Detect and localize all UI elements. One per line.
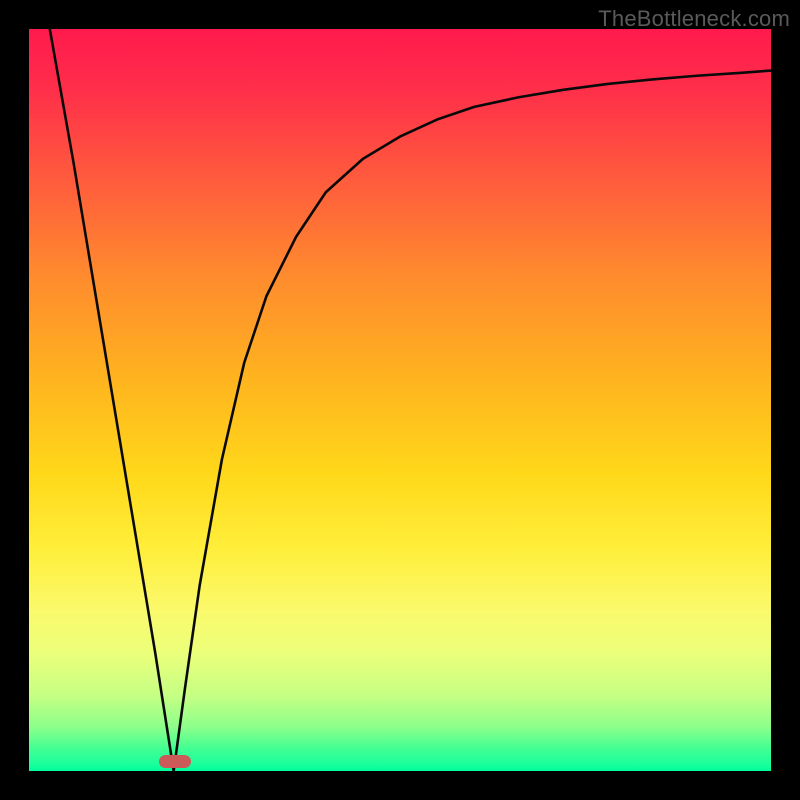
watermark-text: TheBottleneck.com	[598, 6, 790, 32]
bottleneck-curve	[50, 29, 771, 771]
min-marker	[159, 755, 191, 768]
curve-layer	[29, 29, 771, 771]
chart-frame: TheBottleneck.com	[0, 0, 800, 800]
